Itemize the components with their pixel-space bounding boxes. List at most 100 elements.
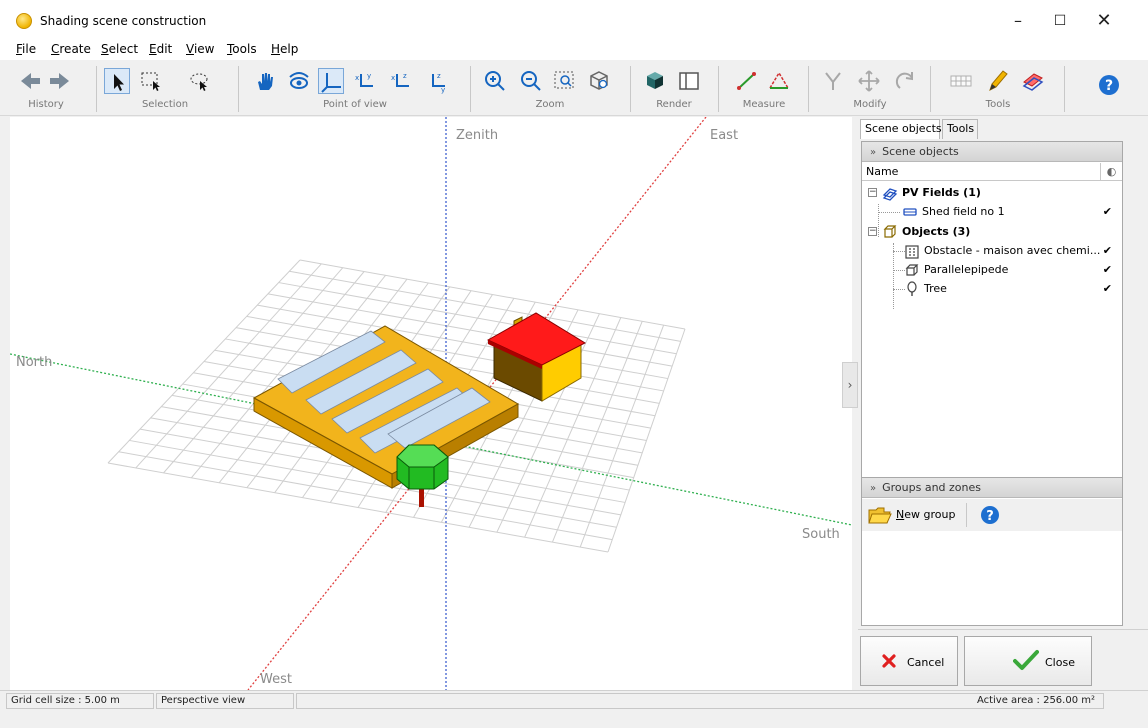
shed-field[interactable] — [252, 325, 520, 489]
box-icon — [904, 262, 920, 278]
tab-tools[interactable]: Tools — [942, 119, 978, 139]
table-grid-icon[interactable] — [948, 68, 974, 94]
lasso-select-icon[interactable] — [186, 68, 212, 94]
close-label: Close — [1045, 656, 1075, 669]
toolbar-separator — [718, 66, 719, 112]
redo-arrow-icon[interactable] — [46, 68, 72, 94]
split-path-icon[interactable] — [820, 68, 846, 94]
app-window: Shading scene construction – ☐ ✕ File Cr… — [0, 0, 1148, 728]
move-arrows-icon[interactable] — [856, 68, 882, 94]
toolbar-group-render: Render — [656, 99, 692, 110]
zoom-in-icon[interactable] — [482, 68, 508, 94]
cancel-label: Cancel — [907, 656, 945, 669]
tab-scene-objects[interactable]: Scene objects — [860, 119, 942, 139]
svg-text:z: z — [437, 72, 441, 80]
tree-item-objects[interactable]: − Objects (3) — [862, 222, 1122, 241]
undo-arrow-icon[interactable] — [18, 68, 44, 94]
panel-collapse-handle[interactable]: › — [842, 362, 858, 408]
visible-check-icon[interactable]: ✔ — [1103, 241, 1112, 260]
toolbar-group-point-of-view: Point of view — [323, 99, 387, 110]
toolbar-group-selection: Selection — [141, 99, 189, 110]
view-xz-icon[interactable]: xz — [388, 68, 414, 94]
minimize-button[interactable]: – — [998, 8, 1038, 34]
tree-item-pv-fields[interactable]: − PV Fields (1) — [862, 183, 1122, 202]
toolbar-separator — [238, 66, 239, 112]
menu-select[interactable]: Select — [101, 42, 138, 56]
view-xy-icon[interactable]: xy — [352, 68, 378, 94]
east-label: East — [710, 128, 739, 143]
red-x-icon — [882, 654, 896, 668]
groups-zones-header[interactable]: » Groups and zones — [862, 478, 1122, 498]
pv-field-3d-icon[interactable] — [1020, 68, 1046, 94]
toolbar-group-zoom: Zoom — [535, 99, 565, 110]
zoom-extents-cube-icon[interactable] — [586, 68, 612, 94]
3d-scene-viewport[interactable]: Zenith East North South West — [10, 117, 852, 690]
grid-line — [107, 462, 609, 553]
pencil-edit-icon[interactable] — [984, 68, 1010, 94]
scene-canvas[interactable] — [10, 117, 852, 690]
svg-text:?: ? — [986, 509, 994, 524]
toolbar-group-modify: Modify — [853, 99, 887, 110]
view-zy-icon[interactable]: zy — [424, 68, 450, 94]
menu-edit[interactable]: Edit — [149, 42, 172, 56]
collapse-chevrons-icon: » — [870, 147, 877, 158]
menu-create[interactable]: Create — [51, 42, 91, 56]
groups-zones-header-label: Groups and zones — [882, 481, 982, 494]
tree-collapse-toggle[interactable]: − — [868, 188, 877, 197]
tree-item-label: Shed field no 1 — [922, 205, 1005, 218]
grid-cell-size-status: Grid cell size : 5.00 m — [6, 693, 154, 709]
svg-text:y: y — [441, 86, 445, 94]
cancel-button[interactable]: Cancel — [860, 636, 958, 686]
status-bar: Grid cell size : 5.00 m Perspective view… — [0, 690, 1148, 728]
toolbar-group-tools: Tools — [985, 99, 1011, 110]
rectangle-select-icon[interactable] — [138, 68, 164, 94]
toolbar-separator — [930, 66, 931, 112]
collapse-chevrons-icon: » — [870, 483, 877, 494]
new-group-button[interactable]: New group — [866, 503, 962, 527]
scene-objects-header[interactable]: » Scene objects — [862, 142, 1122, 162]
orbit-eye-icon[interactable] — [286, 68, 312, 94]
close-button[interactable]: Close — [964, 636, 1092, 686]
help-icon[interactable]: ? — [1096, 72, 1122, 98]
wireframe-render-icon[interactable] — [676, 68, 702, 94]
toolbar-separator — [630, 66, 631, 112]
pan-hand-icon[interactable] — [252, 68, 278, 94]
tree-item-label: Obstacle - maison avec chemi... — [924, 244, 1101, 257]
tree-item-shed-field[interactable]: Shed field no 1 ✔ — [862, 202, 1122, 221]
menu-tools[interactable]: Tools — [227, 42, 257, 56]
axes-3d-view-icon[interactable] — [318, 68, 344, 94]
tree-item-tree[interactable]: Tree ✔ — [862, 279, 1122, 298]
toolbar: History Selection xy xz zy Point of view… — [0, 60, 1148, 116]
active-area-status: Active area : 256.00 m² — [296, 693, 1104, 709]
help-icon[interactable]: ? — [980, 505, 1000, 525]
window-close-button[interactable]: ✕ — [1084, 8, 1124, 34]
visible-check-icon[interactable]: ✔ — [1103, 260, 1112, 279]
scene-objects-section: » Scene objects Name ◐ − PV Fields (1) S… — [861, 141, 1123, 478]
measure-distance-icon[interactable] — [734, 68, 760, 94]
rotate-icon[interactable] — [892, 68, 918, 94]
tree-object[interactable] — [396, 444, 449, 507]
measure-angle-icon[interactable] — [766, 68, 792, 94]
zoom-window-icon[interactable] — [552, 68, 578, 94]
tree-item-obstacle-house[interactable]: Obstacle - maison avec chemi... ✔ — [862, 241, 1122, 260]
zoom-out-icon[interactable] — [518, 68, 544, 94]
zenith-label: Zenith — [456, 128, 499, 143]
south-label: South — [802, 527, 840, 542]
tree-collapse-toggle[interactable]: − — [868, 227, 877, 236]
menu-help[interactable]: Help — [271, 42, 298, 56]
toolbar-separator — [1064, 66, 1065, 112]
tree-item-label: Objects (3) — [902, 225, 971, 238]
visible-check-icon[interactable]: ✔ — [1103, 279, 1112, 298]
visible-check-icon[interactable]: ✔ — [1103, 202, 1112, 221]
maximize-button[interactable]: ☐ — [1040, 8, 1080, 34]
menu-view[interactable]: View — [186, 42, 214, 56]
menu-bar: File Create Select Edit View Tools Help — [0, 40, 1148, 60]
folder-icon — [868, 507, 892, 524]
tree-item-label: Tree — [924, 282, 947, 295]
solid-render-cube-icon[interactable] — [642, 68, 668, 94]
new-group-label: New group — [896, 508, 956, 521]
menu-file[interactable]: File — [16, 42, 36, 56]
tree-item-parallelepipede[interactable]: Parallelepipede ✔ — [862, 260, 1122, 279]
visibility-column-icon[interactable]: ◐ — [1100, 163, 1122, 180]
pointer-select-icon[interactable] — [104, 68, 130, 94]
